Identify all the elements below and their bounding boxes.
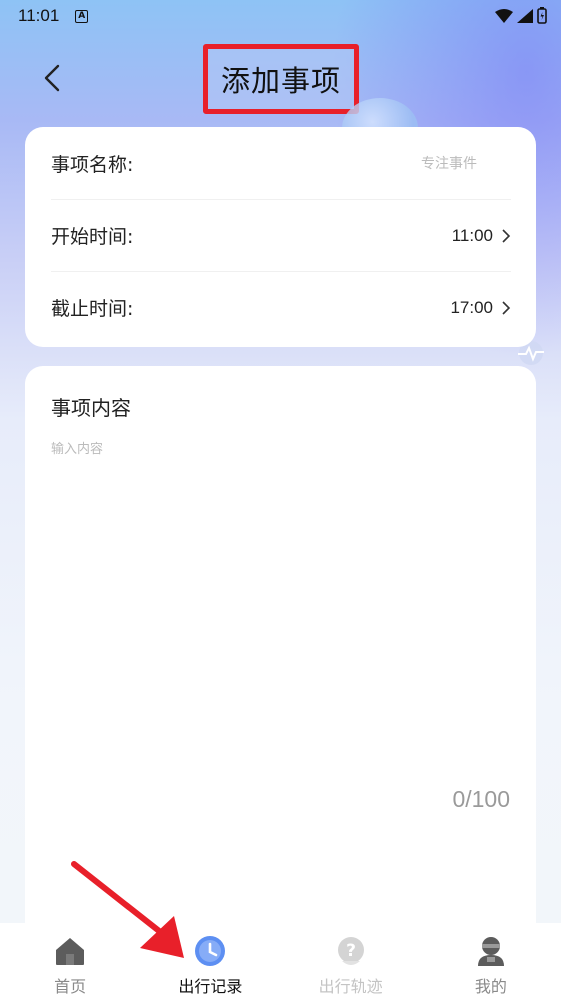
event-form-card: 事项名称: 专注事件 开始时间: 11:00 截止时间: 17:00 bbox=[25, 127, 536, 347]
question-icon: ? bbox=[334, 935, 368, 967]
start-time-value: 11:00 bbox=[451, 225, 493, 245]
status-time: 11:01 bbox=[18, 6, 60, 25]
content-title: 事项内容 bbox=[51, 396, 131, 420]
start-time-label: 开始时间: bbox=[51, 226, 134, 248]
chevron-right-icon bbox=[502, 300, 511, 315]
page-title-highlight: 添加事项 bbox=[203, 44, 359, 114]
tab-mine-label: 我的 bbox=[474, 977, 507, 996]
tab-travel-records[interactable]: 出行记录 bbox=[140, 923, 280, 997]
home-icon bbox=[53, 935, 87, 967]
event-name-input[interactable]: 专注事件 bbox=[421, 153, 511, 173]
tab-mine[interactable]: 我的 bbox=[421, 923, 561, 997]
event-content-card: 事项内容 输入内容 0/100 bbox=[25, 366, 536, 926]
user-icon bbox=[474, 935, 508, 967]
tab-home-label: 首页 bbox=[54, 977, 87, 996]
end-time-value: 17:00 bbox=[450, 297, 493, 317]
chevron-right-icon bbox=[502, 228, 511, 243]
chevron-left-icon bbox=[44, 64, 60, 92]
status-right-icons bbox=[495, 7, 547, 24]
page-title: 添加事项 bbox=[220, 64, 341, 98]
start-time-value-wrap: 11:00 bbox=[452, 226, 511, 246]
svg-text:?: ? bbox=[346, 941, 356, 961]
start-time-row[interactable]: 开始时间: 11:00 bbox=[51, 199, 511, 271]
status-bar: 11:01 A bbox=[0, 0, 561, 32]
wifi-icon bbox=[495, 8, 513, 23]
event-name-label: 事项名称: bbox=[51, 153, 134, 176]
tab-travel-track[interactable]: ? 出行轨迹 bbox=[281, 923, 421, 997]
bottom-tab-bar: 首页 出行记录 ? 出行轨迹 我的 bbox=[0, 923, 561, 997]
status-app-icon: A bbox=[75, 9, 89, 23]
back-button[interactable] bbox=[36, 60, 68, 96]
end-time-label: 截止时间: bbox=[51, 298, 134, 320]
clock-icon bbox=[193, 935, 227, 967]
tab-home[interactable]: 首页 bbox=[0, 923, 140, 997]
tab-travel-records-label: 出行记录 bbox=[178, 977, 243, 996]
tab-travel-track-label: 出行轨迹 bbox=[318, 977, 383, 996]
end-time-value-wrap: 17:00 bbox=[450, 298, 511, 318]
event-name-row[interactable]: 事项名称: 专注事件 bbox=[51, 127, 511, 199]
char-counter: 0/100 bbox=[452, 786, 510, 812]
battery-icon bbox=[537, 7, 547, 24]
signal-icon bbox=[517, 8, 533, 23]
end-time-row[interactable]: 截止时间: 17:00 bbox=[51, 271, 511, 343]
content-textarea[interactable]: 输入内容 bbox=[51, 438, 511, 768]
